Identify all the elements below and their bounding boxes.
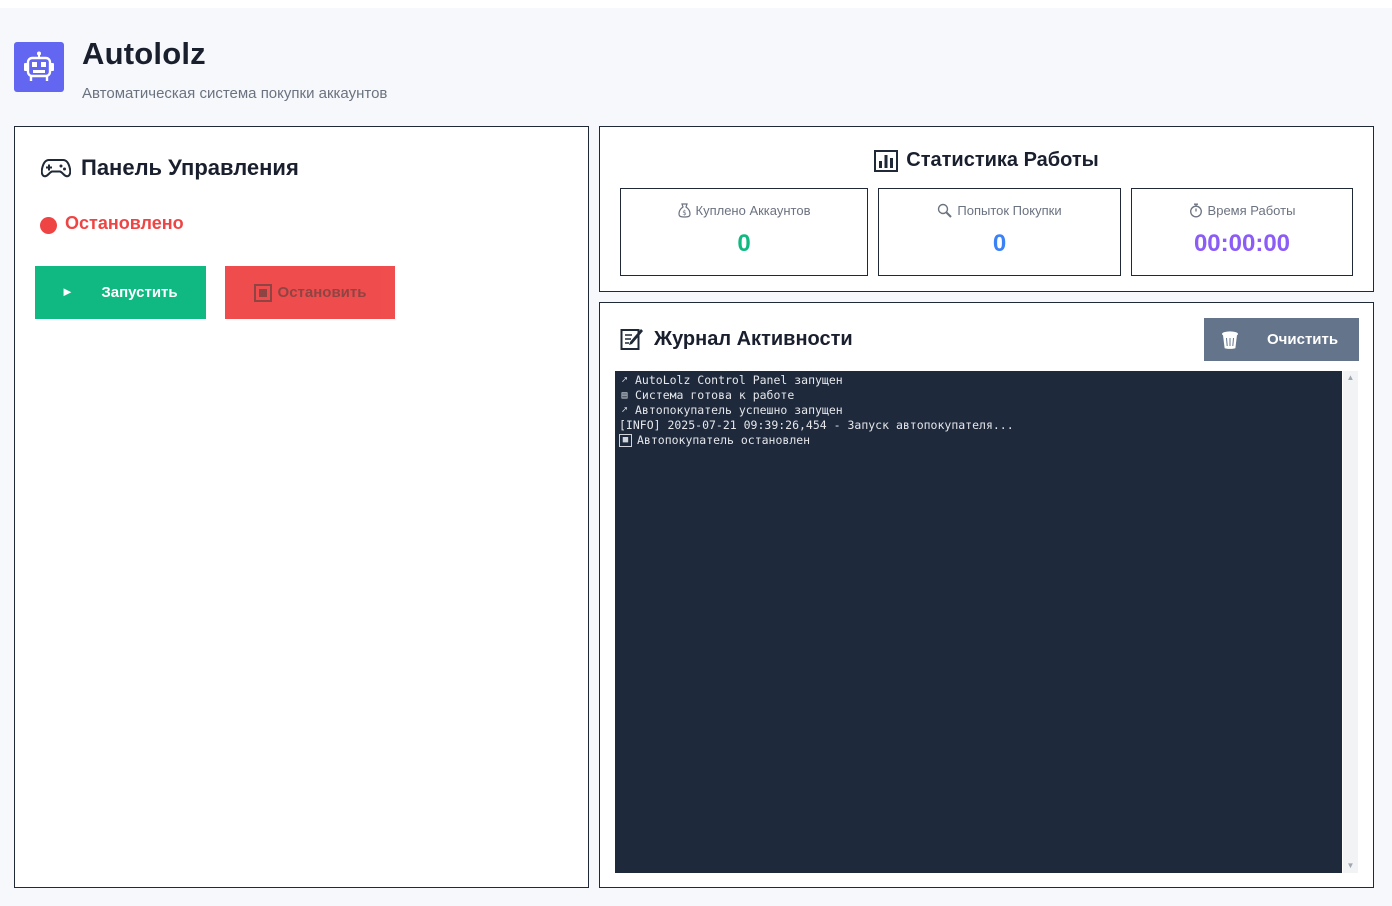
- status-dot-icon: [40, 217, 57, 234]
- stat-value-purchased: 0: [737, 230, 751, 257]
- trash-icon: [1222, 330, 1238, 349]
- stop-icon: [253, 283, 272, 302]
- log-line: ➚ AutoLolz Control Panel запущен: [619, 373, 1338, 388]
- svg-text:$: $: [682, 209, 686, 217]
- stats-panel-header: Статистика Работы: [600, 149, 1373, 172]
- rocket-icon: ➚: [621, 405, 628, 416]
- stat-label-attempts: Попыток Покупки: [957, 203, 1062, 218]
- app-logo: [14, 42, 64, 92]
- stat-value-uptime: 00:00:00: [1193, 230, 1291, 257]
- control-panel-header: Панель Управления: [41, 155, 299, 181]
- stats-panel-title: Статистика Работы: [906, 149, 1099, 171]
- document-icon: ▤: [621, 390, 628, 401]
- log-line: ▤ Система готова к работе: [619, 388, 1338, 403]
- log-scrollbar[interactable]: ▲ ▼: [1343, 371, 1358, 873]
- scroll-up-arrow-icon[interactable]: ▲: [1343, 371, 1358, 385]
- log-panel: Журнал Активности Очистить ➚ AutoLolz Co…: [599, 302, 1374, 888]
- magnifier-icon: [938, 203, 953, 218]
- rocket-icon: ➚: [621, 375, 628, 386]
- bar-chart-icon: [874, 149, 899, 172]
- control-panel-title: Панель Управления: [81, 155, 299, 180]
- stopwatch-icon: [1189, 203, 1202, 218]
- scroll-down-arrow-icon[interactable]: ▼: [1343, 859, 1358, 873]
- gamepad-icon: [41, 159, 71, 178]
- robot-icon: [24, 51, 54, 81]
- stat-card-purchased: $ Куплено Аккаунтов 0: [620, 188, 868, 276]
- stop-icon: ■: [619, 434, 632, 447]
- stats-panel: Статистика Работы $ Куплено Аккаунтов 0 …: [599, 126, 1374, 292]
- log-line: ➚ Автопокупатель успешно запущен: [619, 403, 1338, 418]
- stat-label-uptime: Время Работы: [1207, 203, 1296, 218]
- top-strip: [0, 0, 1392, 8]
- stat-value-attempts: 0: [992, 230, 1007, 257]
- log-output[interactable]: ➚ AutoLolz Control Panel запущен ▤ Систе…: [615, 371, 1342, 873]
- money-bag-icon: $: [677, 203, 691, 218]
- log-line: [INFO] 2025-07-21 09:39:26,454 - Запуск …: [619, 418, 1014, 432]
- stop-button[interactable]: Остановить: [225, 266, 395, 319]
- control-panel: Панель Управления Остановлено ► Запустит…: [14, 126, 589, 888]
- clear-log-label: Очистить: [1267, 331, 1339, 348]
- clear-log-button[interactable]: Очистить: [1204, 318, 1359, 361]
- play-icon: ►: [61, 284, 74, 299]
- status-indicator: Остановлено: [40, 212, 184, 234]
- memo-icon: [620, 329, 643, 350]
- start-button-label: Запустить: [101, 284, 178, 301]
- log-panel-header: Журнал Активности: [620, 327, 853, 351]
- app-title: Autololz: [82, 36, 206, 71]
- stop-button-label: Остановить: [277, 284, 367, 301]
- app-subtitle: Автоматическая система покупки аккаунтов: [82, 85, 388, 102]
- log-panel-title: Журнал Активности: [654, 327, 853, 350]
- status-text: Остановлено: [65, 212, 184, 233]
- stat-label-purchased: Куплено Аккаунтов: [695, 203, 811, 218]
- log-line: ■ Автопокупатель остановлен: [619, 433, 1338, 448]
- stat-card-attempts: Попыток Покупки 0: [878, 188, 1121, 276]
- stat-card-uptime: Время Работы 00:00:00: [1131, 188, 1353, 276]
- start-button[interactable]: ► Запустить: [35, 266, 206, 319]
